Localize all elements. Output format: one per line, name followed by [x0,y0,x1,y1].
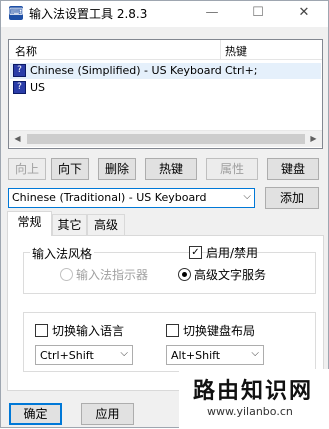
properties-button[interactable]: 属性 [206,158,258,180]
switch-layout-label: 切换键盘布局 [183,324,256,338]
advanced-text-service-label: 高级文字服务 [194,268,267,282]
keyboard-button[interactable]: 键盘 [267,158,319,180]
switch-language-value: Ctrl+Shift [40,349,94,362]
switch-language-select[interactable]: Ctrl+Shift ⌵ [35,345,133,365]
keyboard-layout-select[interactable]: Chinese (Traditional) - US Keyboard ⌵ [8,188,255,208]
minimize-button[interactable]: — [189,1,235,27]
chevron-down-icon: ⌵ [251,348,259,359]
keyboard-icon: ? [13,64,26,77]
close-button[interactable]: ✕ [281,1,327,27]
list-header: 名称 热键 [9,40,322,60]
enable-checkbox[interactable]: ✓ [189,246,202,259]
input-method-list[interactable]: 名称 热键 ? Chinese (Simplified) - US Keyboa… [8,39,323,149]
keyboard-icon: ? [13,81,26,94]
scroll-right-icon[interactable]: ▶ [305,131,322,148]
enable-label: 启用/禁用 [206,246,259,260]
tab-general[interactable]: 常规 [7,211,52,236]
chevron-down-icon: ⌵ [243,191,251,202]
window-title: 输入法设置工具 2.8.3 [29,7,148,21]
scroll-left-icon[interactable]: ◀ [9,131,26,148]
tab-other[interactable]: 其它 [52,214,87,236]
list-item-name: Chinese (Simplified) - US Keyboard [30,64,222,77]
switch-layout-select[interactable]: Alt+Shift ⌵ [166,345,264,365]
indicator-radio-label: 输入法指示器 [76,268,149,282]
delete-button[interactable]: 删除 [98,158,136,180]
title-bar: ⌨ 输入法设置工具 2.8.3 — ☐ ✕ [1,1,328,27]
list-item[interactable]: ? US [10,80,321,96]
ok-button[interactable]: 确定 [9,403,62,425]
tab-advanced[interactable]: 高级 [87,214,125,236]
move-down-button[interactable]: 向下 [51,158,89,180]
list-item[interactable]: ? Chinese (Simplified) - US Keyboard Ctr… [10,63,321,79]
watermark-title: 路由知识网 [193,379,314,404]
keyboard-app-icon: ⌨ [9,6,24,20]
column-header-hotkey[interactable]: 热键 [225,43,247,59]
add-button[interactable]: 添加 [265,187,319,209]
column-divider[interactable] [220,40,221,60]
switch-language-checkbox[interactable] [35,324,48,337]
layout-select-value: Chinese (Traditional) - US Keyboard [12,191,207,204]
maximize-button[interactable]: ☐ [235,1,281,27]
general-tab-panel: 输入法风格 ✓ 启用/禁用 输入法指示器 高级文字服务 切换输入语言 Ctrl+… [7,235,324,391]
indicator-radio[interactable] [60,268,73,281]
move-up-button[interactable]: 向上 [8,158,46,180]
watermark-url: www.yilanbo.cn [207,405,293,418]
switch-language-label: 切换输入语言 [52,324,125,338]
column-header-name[interactable]: 名称 [15,43,37,59]
site-watermark: 路由知识网 www.yilanbo.cn [179,369,329,429]
horizontal-scrollbar[interactable]: ◀ ▶ [9,130,322,147]
scrollbar-thumb[interactable] [27,134,305,144]
advanced-text-service-radio[interactable] [178,268,191,281]
switch-layout-value: Alt+Shift [171,349,221,362]
settings-window: ⌨ 输入法设置工具 2.8.3 — ☐ ✕ 名称 热键 ? Chinese (S… [0,0,329,429]
apply-button[interactable]: 应用 [81,403,134,425]
radio-selected-dot [182,272,187,277]
list-item-hotkey: Ctrl+; [225,64,258,77]
style-group-label: 输入法风格 [30,245,95,262]
chevron-down-icon: ⌵ [120,348,128,359]
hotkey-button[interactable]: 热键 [145,158,197,180]
list-item-name: US [30,81,46,94]
switch-layout-checkbox[interactable] [166,324,179,337]
